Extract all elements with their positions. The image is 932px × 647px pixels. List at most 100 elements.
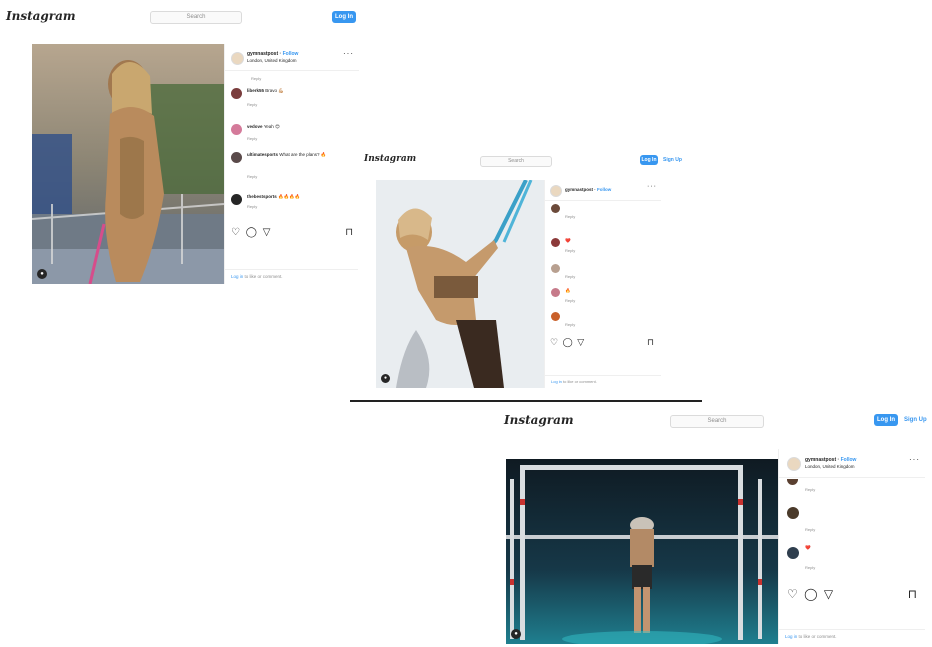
commenter-avatar[interactable]	[231, 124, 242, 135]
heart-icon[interactable]: ♡	[231, 227, 240, 238]
sign-up-link[interactable]: Sign Up	[904, 414, 927, 426]
comment-item: Reply	[785, 479, 921, 495]
account-username[interactable]: gymnastpost · Follow	[565, 187, 611, 192]
reply-link[interactable]: Reply	[247, 174, 257, 180]
sign-up-link[interactable]: Sign Up	[663, 155, 682, 165]
reply-link[interactable]: Reply	[805, 565, 815, 571]
screenshot-post-1: Instagram Search Log In ● gymnastpost · …	[0, 0, 368, 290]
commenter-avatar[interactable]	[231, 88, 242, 99]
comment-item: 🔥 Reply	[551, 288, 657, 308]
commenter-avatar[interactable]	[787, 479, 798, 485]
comment-panel: gymnastpost · Follow London, United King…	[778, 449, 925, 644]
post-header: gymnastpost · Follow London, United King…	[225, 44, 359, 71]
commenter-name[interactable]: ultimatesports	[247, 152, 278, 157]
follow-button[interactable]: Follow	[283, 51, 299, 57]
commenter-avatar[interactable]	[551, 238, 560, 247]
account-avatar[interactable]	[550, 185, 562, 197]
more-options-icon[interactable]: ···	[909, 455, 920, 464]
comment-item: Reply	[551, 312, 657, 332]
commenter-avatar[interactable]	[787, 507, 799, 519]
reply-link[interactable]: Reply	[251, 76, 261, 81]
log-in-link[interactable]: Log in	[551, 379, 562, 384]
reply-link[interactable]: Reply	[805, 487, 815, 493]
more-options-icon[interactable]: ···	[343, 49, 354, 58]
post-location[interactable]: London, United Kingdom	[247, 58, 297, 63]
search-input[interactable]: Search	[480, 156, 552, 167]
heart-icon[interactable]: ♡	[550, 337, 558, 347]
screenshot-post-2: Instagram Search Log In Sign Up ● gymnas…	[358, 150, 702, 403]
search-input[interactable]: Search	[150, 11, 242, 24]
top-nav: Instagram Search Log In Sign Up	[492, 403, 932, 439]
more-options-icon[interactable]: ···	[647, 183, 657, 190]
profile-tag-icon[interactable]: ●	[381, 374, 390, 383]
instagram-logo[interactable]: Instagram	[6, 9, 76, 23]
post-photo: ●	[32, 44, 224, 284]
commenter-name[interactable]: vedove	[247, 124, 263, 129]
comment-item: vedove Yeah 😍 Reply	[231, 124, 355, 144]
reply-link[interactable]: Reply	[247, 204, 257, 210]
account-username[interactable]: gymnastpost · Follow	[247, 51, 298, 57]
gymnast-photo	[506, 459, 778, 644]
action-bar: ♡ ◯ ▽ ⊓	[787, 587, 917, 601]
comment-text: ❤️	[565, 238, 571, 243]
bookmark-icon[interactable]: ⊓	[647, 337, 654, 348]
share-icon[interactable]: ▽	[824, 587, 833, 601]
account-username[interactable]: gymnastpost · Follow	[805, 457, 856, 463]
bookmark-icon[interactable]: ⊓	[908, 587, 917, 601]
login-prompt: Log in to like or comment.	[779, 629, 925, 644]
login-prompt: Log in to like or comment.	[545, 375, 661, 388]
comment-icon[interactable]: ◯	[563, 337, 573, 347]
comment-item: ❤️ Reply	[785, 545, 921, 573]
log-in-link[interactable]: Log in	[231, 274, 243, 279]
commenter-avatar[interactable]	[551, 264, 560, 273]
comment-item: Reply	[551, 264, 657, 284]
post-photo: ●	[376, 180, 544, 388]
follow-button[interactable]: Follow	[597, 187, 611, 192]
commenter-avatar[interactable]	[231, 152, 242, 163]
account-avatar[interactable]	[787, 457, 801, 471]
instagram-logo[interactable]: Instagram	[364, 154, 416, 164]
commenter-name[interactable]: liberk55	[247, 88, 264, 93]
post-location[interactable]: London, United Kingdom	[805, 464, 855, 469]
commenter-avatar[interactable]	[551, 288, 560, 297]
reply-link[interactable]: Reply	[565, 298, 575, 304]
search-input[interactable]: Search	[670, 415, 764, 428]
reply-link[interactable]: Reply	[247, 136, 257, 142]
athlete-photo	[376, 180, 544, 388]
share-icon[interactable]: ▽	[263, 227, 271, 238]
reply-link[interactable]: Reply	[565, 248, 575, 254]
bookmark-icon[interactable]: ⊓	[345, 227, 353, 238]
commenter-name[interactable]: thebestsports	[247, 194, 277, 199]
log-in-button[interactable]: Log In	[332, 11, 356, 23]
top-nav: Instagram Search Log In	[0, 0, 368, 34]
commenter-avatar[interactable]	[551, 204, 560, 213]
profile-tag-icon[interactable]: ●	[511, 629, 521, 639]
comment-icon[interactable]: ◯	[804, 587, 817, 601]
follow-button[interactable]: Follow	[841, 457, 857, 463]
commenter-avatar[interactable]	[787, 547, 799, 559]
action-bar: ♡ ◯ ▽ ⊓	[231, 227, 353, 238]
commenter-avatar[interactable]	[551, 312, 560, 321]
post-photo: ●	[506, 459, 778, 644]
log-in-button[interactable]: Log In	[874, 414, 898, 426]
athlete-photo	[32, 44, 224, 284]
instagram-logo[interactable]: Instagram	[504, 413, 574, 427]
screenshot-divider	[350, 400, 702, 402]
reply-link[interactable]: Reply	[247, 102, 257, 108]
reply-link[interactable]: Reply	[805, 527, 815, 533]
profile-tag-icon[interactable]: ●	[37, 269, 47, 279]
reply-link[interactable]: Reply	[565, 214, 575, 220]
account-avatar[interactable]	[231, 52, 244, 65]
reply-link[interactable]: Reply	[565, 322, 575, 328]
comment-item: ultimatesports What are the plans? 🔥 Rep…	[231, 152, 355, 182]
heart-icon[interactable]: ♡	[787, 587, 798, 601]
share-icon[interactable]: ▽	[577, 337, 584, 347]
commenter-avatar[interactable]	[231, 194, 242, 205]
comment-icon[interactable]: ◯	[246, 227, 257, 238]
comment-text: Bravo 💪🏼	[265, 88, 284, 93]
login-prompt: Log in to like or comment.	[225, 269, 359, 284]
reply-link[interactable]: Reply	[565, 274, 575, 280]
comment-text: What are the plans? 🔥	[279, 152, 327, 157]
log-in-link[interactable]: Log in	[785, 634, 797, 639]
log-in-button[interactable]: Log In	[640, 155, 658, 165]
